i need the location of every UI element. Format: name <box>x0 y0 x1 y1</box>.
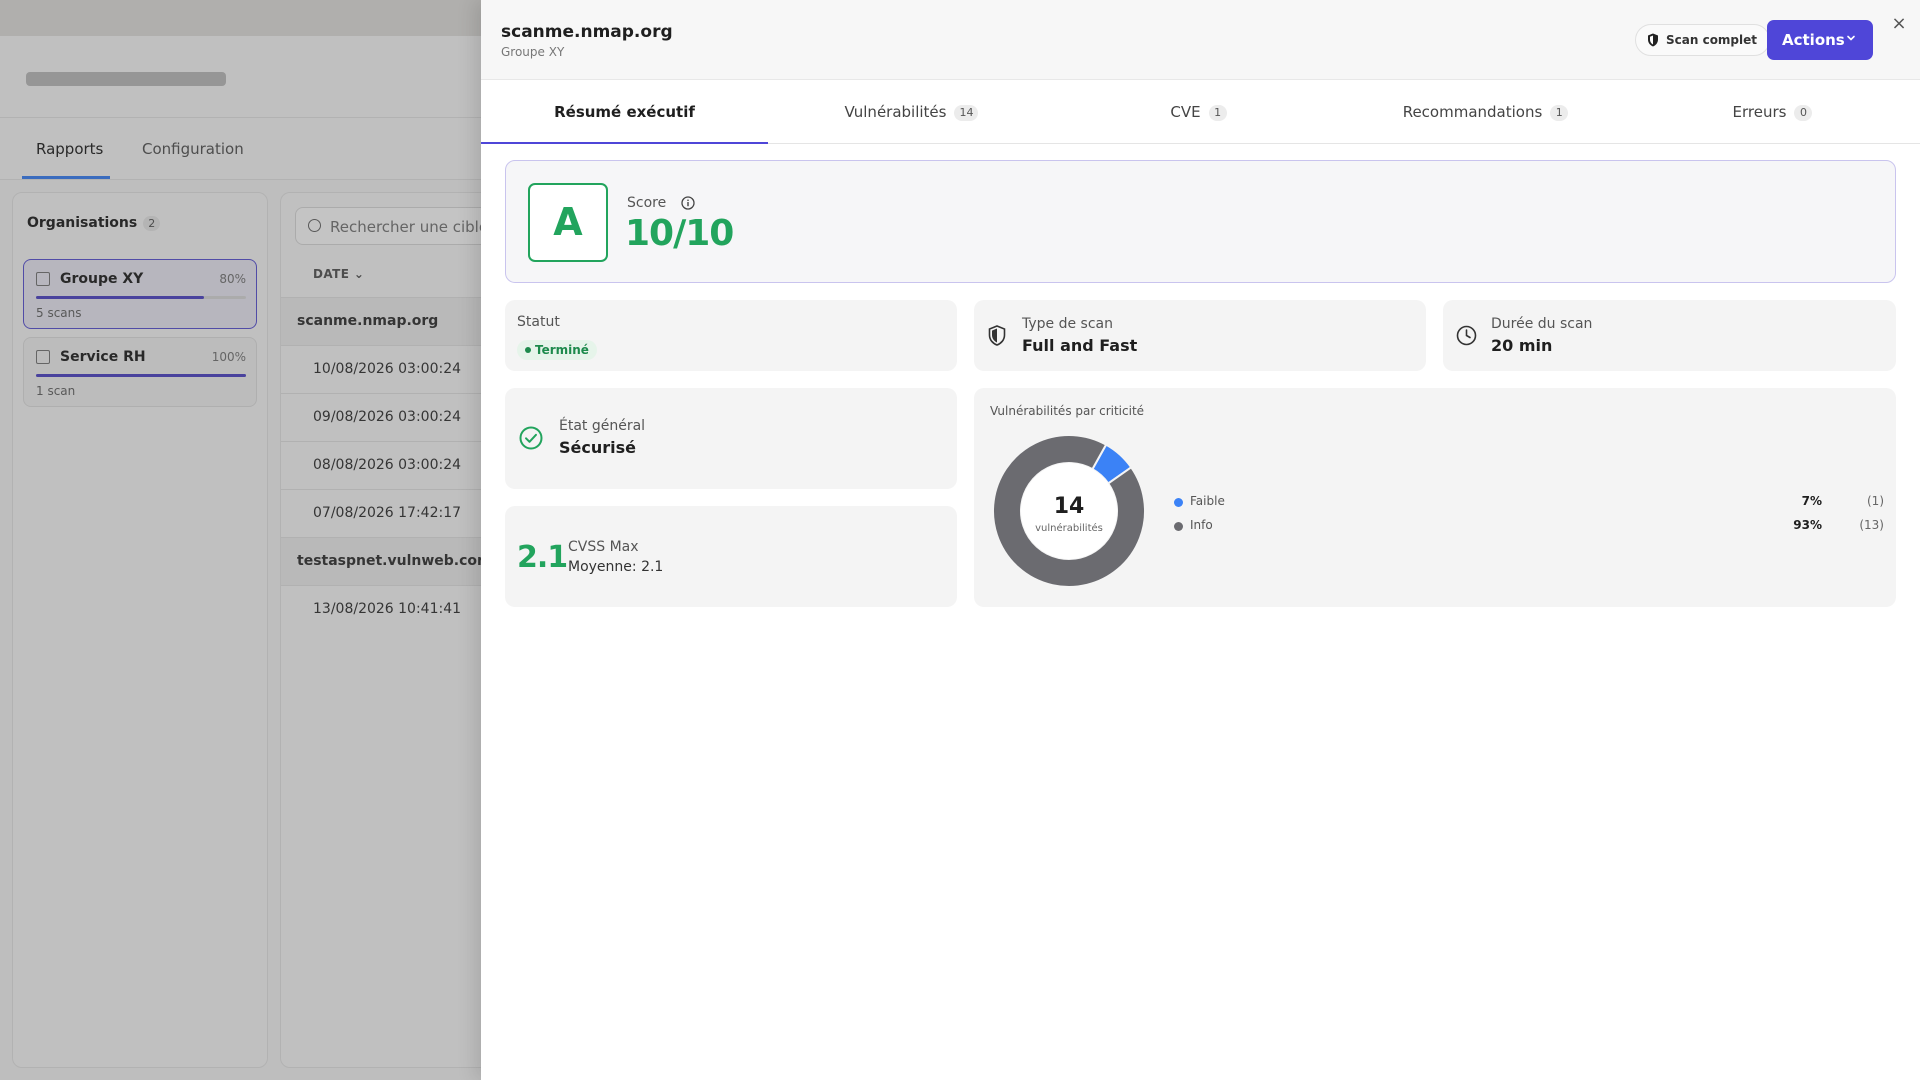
tab-vulnerabilites[interactable]: Vulnérabilités 14 <box>768 80 1055 144</box>
score-value: 10/10 <box>625 213 734 254</box>
actions-button[interactable]: Actions <box>1767 20 1873 60</box>
score-card: A Score 10/10 <box>505 160 1896 283</box>
donut-total: 14 <box>1054 494 1085 519</box>
tab-recommandations[interactable]: Recommandations 1 <box>1342 80 1629 144</box>
scan-duration-label: Durée du scan <box>1491 316 1593 332</box>
legend-count: (13) <box>1859 518 1884 532</box>
legend-swatch <box>1174 522 1183 531</box>
status-card: Statut Terminé <box>505 300 957 371</box>
tab-count-badge: 1 <box>1208 105 1227 121</box>
legend-swatch <box>1174 498 1183 507</box>
scan-complete-badge[interactable]: Scan complet <box>1635 24 1771 56</box>
shield-icon <box>988 325 1006 346</box>
tab-cve[interactable]: CVE 1 <box>1055 80 1342 144</box>
legend-percent: 7% <box>1801 494 1822 508</box>
legend-percent: 93% <box>1793 518 1822 532</box>
vulnerabilities-by-severity-card: Vulnérabilités par criticité 14 vulnérab… <box>974 388 1896 607</box>
general-state-label: État général <box>559 418 646 434</box>
drawer-header: scanme.nmap.org Groupe XY Scan complet A… <box>481 0 1920 80</box>
scan-duration-card: Durée du scan 20 min <box>1443 300 1896 371</box>
legend-label: Faible <box>1190 494 1225 508</box>
active-tab-indicator <box>481 142 768 144</box>
close-icon[interactable]: × <box>1889 14 1909 34</box>
scan-type-card: Type de scan Full and Fast <box>974 300 1426 371</box>
status-badge: Terminé <box>517 340 597 360</box>
general-state-value: Sécurisé <box>559 438 636 457</box>
legend-label: Info <box>1190 518 1213 532</box>
grade-badge: A <box>528 183 608 262</box>
clock-icon <box>1456 325 1477 346</box>
tab-count-badge: 0 <box>1794 105 1813 121</box>
donut-total-label: vulnérabilités <box>1035 522 1103 534</box>
cvss-card: 2.1 CVSS Max Moyenne: 2.1 <box>505 506 957 607</box>
scan-detail-drawer: scanme.nmap.org Groupe XY Scan complet A… <box>481 0 1920 1080</box>
chart-title: Vulnérabilités par criticité <box>990 404 1145 418</box>
tab-count-badge: 1 <box>1550 105 1569 121</box>
tab-resume-executif[interactable]: Résumé exécutif <box>481 80 768 144</box>
tab-erreurs[interactable]: Erreurs 0 <box>1629 80 1916 144</box>
drawer-tabs: Résumé exécutif Vulnérabilités 14 CVE 1 Re… <box>481 80 1920 144</box>
tab-count-badge: 14 <box>954 105 979 121</box>
scan-duration-value: 20 min <box>1491 336 1553 355</box>
check-circle-icon <box>519 426 543 450</box>
chevron-down-icon <box>1847 35 1855 41</box>
legend-item-info: Info 93% (13) <box>1174 518 1884 536</box>
legend-count: (1) <box>1867 494 1884 508</box>
cvss-max-value: 2.1 <box>517 540 568 575</box>
scan-type-label: Type de scan <box>1022 316 1113 332</box>
cvss-max-label: CVSS Max <box>568 539 639 555</box>
score-label: Score <box>627 195 667 211</box>
scan-type-value: Full and Fast <box>1022 336 1138 355</box>
legend-item-faible: Faible 7% (1) <box>1174 494 1884 512</box>
vulnerabilities-donut-chart: 14 vulnérabilités <box>992 434 1146 588</box>
drawer-subtitle: Groupe XY <box>501 45 565 59</box>
info-icon[interactable] <box>681 196 695 210</box>
shield-icon <box>1648 33 1658 47</box>
general-state-card: État général Sécurisé <box>505 388 957 489</box>
status-label: Statut <box>517 314 560 330</box>
cvss-average: Moyenne: 2.1 <box>568 559 664 575</box>
drawer-title: scanme.nmap.org <box>501 22 673 42</box>
